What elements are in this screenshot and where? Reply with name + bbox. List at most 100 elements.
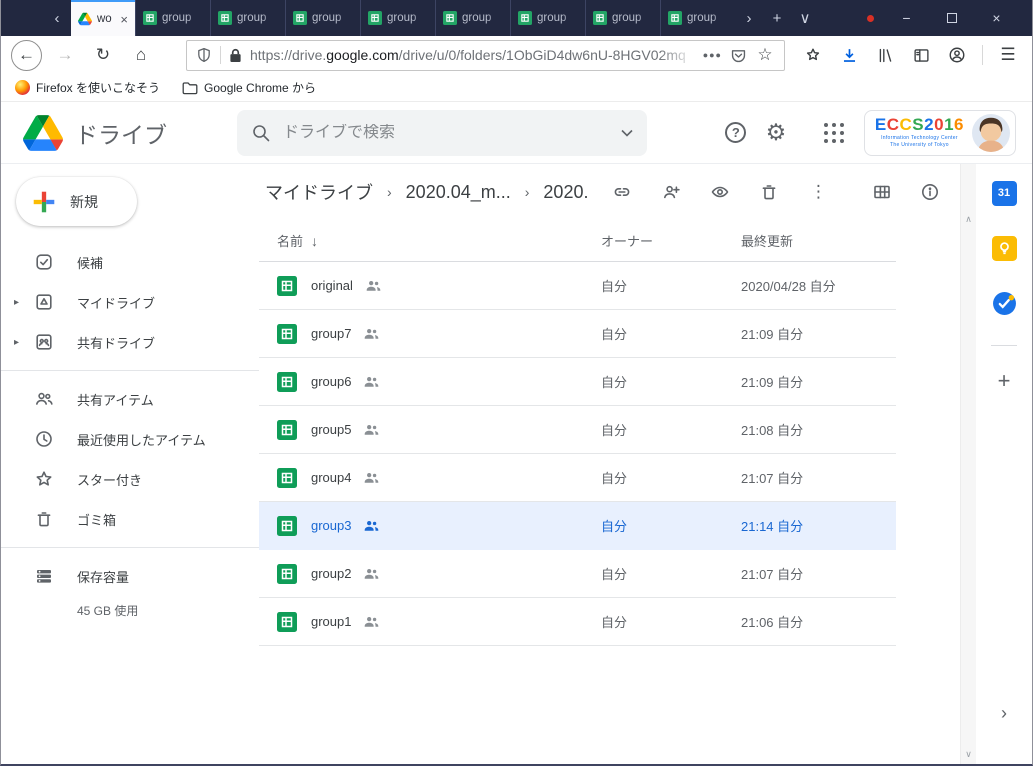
sort-descending-icon[interactable]: ↓ xyxy=(311,233,318,249)
get-link-icon[interactable] xyxy=(612,182,632,202)
preview-icon[interactable] xyxy=(710,182,730,202)
search-box[interactable] xyxy=(237,110,647,156)
google-apps-icon[interactable] xyxy=(814,113,854,153)
sidebar-item-shared-drives[interactable]: ▸ 共有ドライブ xyxy=(1,322,259,362)
sidebar-item-starred[interactable]: スター付き xyxy=(1,459,259,499)
file-row[interactable]: group6 自分 21:09 自分 xyxy=(259,358,896,406)
delete-icon[interactable] xyxy=(759,182,779,202)
tab-scroll-left-icon[interactable]: ‹ xyxy=(43,0,71,36)
search-icon[interactable] xyxy=(251,123,271,143)
tab-title: group xyxy=(537,12,578,24)
breadcrumb-folder[interactable]: 2020.04_m... xyxy=(406,182,511,203)
url-bar[interactable]: https://drive.google.com/drive/u/0/folde… xyxy=(186,40,785,71)
tab-bar: ‹ wo × group group group xyxy=(1,0,1032,36)
tab-background[interactable]: group xyxy=(360,0,435,36)
calendar-icon[interactable]: 31 xyxy=(991,180,1017,206)
avatar[interactable] xyxy=(972,114,1010,152)
close-window-icon[interactable]: × xyxy=(974,10,1019,26)
tab-title: group xyxy=(387,12,428,24)
main-area: 新規 候補 ▸ マイドライブ ▸ 共有ドライブ 共有アイテム xyxy=(1,164,1032,764)
minimize-icon[interactable]: − xyxy=(884,10,929,26)
tab-background[interactable]: group xyxy=(210,0,285,36)
column-modified[interactable]: 最終更新 xyxy=(741,231,896,250)
breadcrumb-separator-icon: › xyxy=(387,184,392,200)
maximize-icon[interactable] xyxy=(929,13,974,23)
pocket-icon[interactable] xyxy=(730,47,747,64)
column-name[interactable]: 名前 xyxy=(277,231,303,250)
sidebar-item-shared-with-me[interactable]: 共有アイテム xyxy=(1,379,259,419)
add-addon-icon[interactable]: + xyxy=(998,368,1011,394)
tracking-protection-shield-icon[interactable] xyxy=(196,46,212,64)
file-modified: 21:07 自分 xyxy=(741,564,896,583)
downloads-icon[interactable] xyxy=(835,41,863,69)
navigation-toolbar: ← → ↻ ⌂ https://drive.google.com/drive/u… xyxy=(1,36,1032,74)
tab-background[interactable]: group xyxy=(285,0,360,36)
shared-people-icon xyxy=(365,277,382,294)
file-row[interactable]: group4 自分 21:07 自分 xyxy=(259,454,896,502)
tab-title: group xyxy=(162,12,203,24)
tab-background[interactable]: group xyxy=(435,0,510,36)
file-name: group5 xyxy=(311,422,351,437)
sidebar-toggle-icon[interactable] xyxy=(907,41,935,69)
tab-list-dropdown-icon[interactable]: ∨ xyxy=(791,0,819,36)
grid-view-icon[interactable] xyxy=(872,182,892,202)
file-row[interactable]: group5 自分 21:08 自分 xyxy=(259,406,896,454)
drive-logo[interactable]: ドライブ xyxy=(1,115,237,151)
sidebar-item-trash[interactable]: ゴミ箱 xyxy=(1,499,259,539)
file-row[interactable]: group1 自分 21:06 自分 xyxy=(259,598,896,646)
sidebar-item-recent[interactable]: 最近使用したアイテム xyxy=(1,419,259,459)
tab-background[interactable]: group xyxy=(510,0,585,36)
expand-arrow-icon[interactable]: ▸ xyxy=(14,337,19,348)
file-row[interactable]: original 自分 2020/04/28 自分 xyxy=(259,262,896,310)
forward-icon[interactable]: → xyxy=(50,40,80,70)
file-modified: 21:09 自分 xyxy=(741,372,896,391)
sheets-icon xyxy=(218,11,232,25)
bookmark-folder-chrome[interactable]: Google Chrome から xyxy=(182,79,316,96)
home-icon[interactable]: ⌂ xyxy=(126,40,156,70)
new-button[interactable]: 新規 xyxy=(16,177,137,226)
account-badge[interactable]: ECCS2016 Information Technology Center T… xyxy=(864,110,1016,156)
close-tab-icon[interactable]: × xyxy=(120,12,128,27)
details-icon[interactable] xyxy=(920,182,940,202)
tab-background[interactable]: group xyxy=(660,0,735,36)
tab-background[interactable]: group xyxy=(135,0,210,36)
share-icon[interactable] xyxy=(661,182,681,202)
breadcrumb: マイドライブ › 2020.04_m... › 2020. ⋮ xyxy=(259,164,960,220)
search-input[interactable] xyxy=(283,124,609,142)
breadcrumb-current-folder[interactable]: 2020. xyxy=(543,182,588,203)
tasks-icon[interactable] xyxy=(991,290,1017,316)
file-row[interactable]: group2 自分 21:07 自分 xyxy=(259,550,896,598)
file-row[interactable]: group3 自分 21:14 自分 xyxy=(259,502,896,550)
file-name: group3 xyxy=(311,518,351,533)
tab-active[interactable]: wo × xyxy=(71,0,135,36)
settings-gear-icon[interactable]: ⚙ xyxy=(756,113,796,153)
scroll-up-icon[interactable]: ∧ xyxy=(965,214,972,225)
search-options-caret-icon[interactable] xyxy=(621,129,633,137)
tab-scroll-right-icon[interactable]: › xyxy=(735,0,763,36)
bookmark-menu-icon[interactable] xyxy=(799,41,827,69)
collapse-panel-icon[interactable]: › xyxy=(1001,703,1007,724)
scroll-down-icon[interactable]: ∨ xyxy=(965,749,972,760)
keep-icon[interactable] xyxy=(991,235,1017,261)
tab-background[interactable]: group xyxy=(585,0,660,36)
more-actions-icon[interactable]: ⋮ xyxy=(808,182,828,202)
account-icon[interactable] xyxy=(943,41,971,69)
expand-arrow-icon[interactable]: ▸ xyxy=(14,297,19,308)
bookmark-firefox[interactable]: Firefox を使いこなそう xyxy=(15,79,160,96)
sidebar-item-storage[interactable]: 保存容量 xyxy=(1,556,259,596)
reload-icon[interactable]: ↻ xyxy=(88,40,118,70)
breadcrumb-my-drive[interactable]: マイドライブ xyxy=(265,179,373,205)
file-row[interactable]: group7 自分 21:09 自分 xyxy=(259,310,896,358)
menu-icon[interactable]: ☰ xyxy=(994,41,1022,69)
library-icon[interactable] xyxy=(871,41,899,69)
column-owner[interactable]: オーナー xyxy=(601,231,741,250)
bookmark-star-icon[interactable]: ☆ xyxy=(755,41,775,69)
sidebar-item-priority[interactable]: 候補 xyxy=(1,242,259,282)
sheets-icon xyxy=(518,11,532,25)
page-actions-icon[interactable]: ●●● xyxy=(703,50,722,60)
vertical-scrollbar[interactable]: ∧ ∨ xyxy=(960,164,976,764)
help-icon[interactable]: ? xyxy=(716,113,756,153)
back-icon[interactable]: ← xyxy=(11,40,42,71)
sidebar-item-my-drive[interactable]: ▸ マイドライブ xyxy=(1,282,259,322)
new-tab-icon[interactable]: + xyxy=(763,0,791,36)
